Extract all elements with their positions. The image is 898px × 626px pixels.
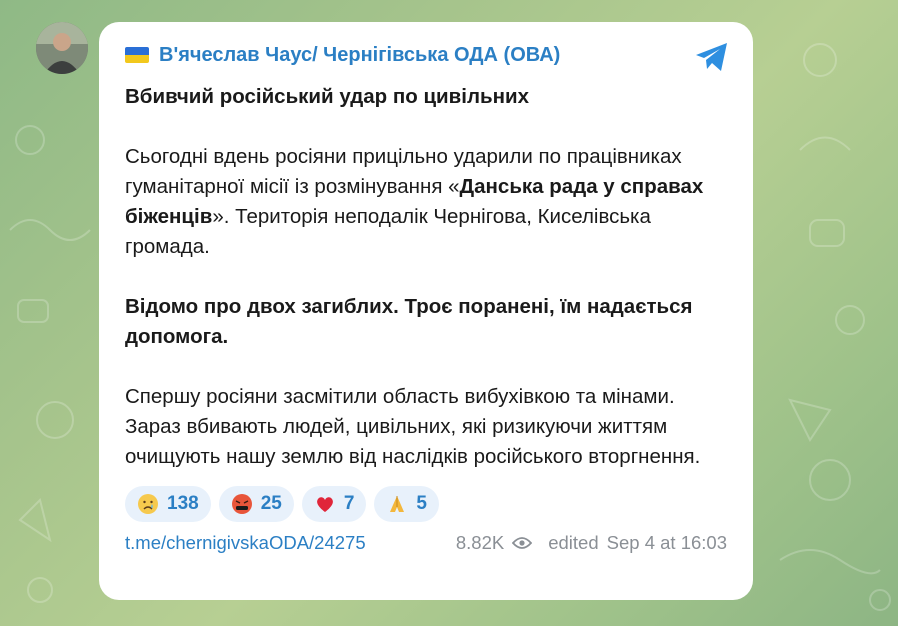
reaction-count: 25 <box>260 493 282 514</box>
edited-label: edited <box>548 532 599 553</box>
channel-avatar[interactable] <box>36 22 88 74</box>
post-link[interactable]: t.me/chernigivskaODA/24275 <box>125 532 366 554</box>
swearing-face-icon <box>231 494 252 514</box>
post-title: Вбивчий російський удар по цивільних <box>125 85 529 108</box>
red-heart-icon <box>316 497 333 512</box>
praying-hands-icon <box>390 496 405 512</box>
message-footer: t.me/chernigivskaODA/24275 8.82K edited … <box>125 532 727 554</box>
channel-header: В'ячеслав Чаус/ Чернігівська ОДА (ОВА) <box>125 40 727 70</box>
message-card: В'ячеслав Чаус/ Чернігівська ОДА (ОВА) В… <box>99 22 753 600</box>
reactions-bar: 138 25 7 5 <box>125 486 727 522</box>
message-timestamp: Sep 4 at 16:03 <box>606 532 727 553</box>
eye-icon <box>512 537 533 549</box>
post-paragraph-1: Сьогодні вдень росіяни прицільно ударили… <box>125 142 727 262</box>
reaction-pray[interactable]: 5 <box>374 486 439 522</box>
reaction-count: 138 <box>167 493 199 514</box>
reaction-count: 7 <box>343 493 355 514</box>
person-avatar-icon <box>36 22 88 74</box>
crying-face-icon <box>138 494 158 514</box>
reaction-count: 5 <box>416 493 427 514</box>
channel-name[interactable]: В'ячеслав Чаус/ Чернігівська ОДА (ОВА) <box>159 44 560 67</box>
reaction-crying[interactable]: 138 <box>125 486 211 522</box>
post-paragraph-3: Спершу росіяни засмітили область вибухів… <box>125 385 701 468</box>
post-paragraph-2: Відомо про двох загиблих. Троє поранені,… <box>125 295 693 348</box>
ukraine-flag-icon <box>125 47 149 63</box>
reaction-swearing[interactable]: 25 <box>218 486 294 522</box>
telegram-share-icon[interactable] <box>693 38 731 76</box>
view-count: 8.82K <box>455 532 505 553</box>
reaction-heart[interactable]: 7 <box>301 486 367 522</box>
